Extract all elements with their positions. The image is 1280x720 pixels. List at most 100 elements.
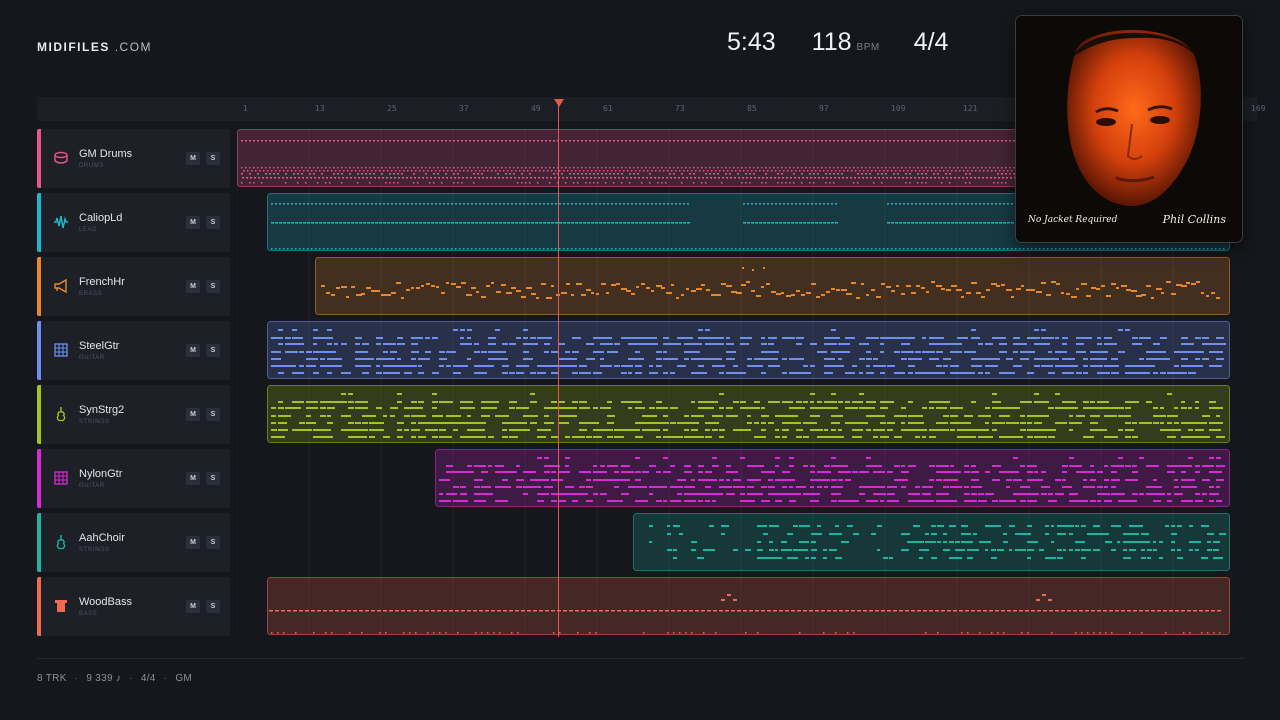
track-name: SynStrg2 xyxy=(79,404,125,416)
tempo-value: 118 xyxy=(811,28,852,56)
solo-button[interactable]: S xyxy=(206,600,220,613)
horn-icon xyxy=(53,278,69,294)
violin-icon xyxy=(53,406,69,422)
ruler-bar-label: 121 xyxy=(963,104,978,113)
track-name: AahChoir xyxy=(79,532,125,544)
track-region[interactable] xyxy=(315,257,1230,315)
track-header[interactable]: SynStrg2 STRINGS M S xyxy=(37,385,230,444)
region-background xyxy=(315,257,1230,315)
track-name: WoodBass xyxy=(79,596,132,608)
track-type: DRUMS xyxy=(79,163,104,169)
solo-button[interactable]: S xyxy=(206,280,220,293)
solo-button[interactable]: S xyxy=(206,408,220,421)
ruler-bar-label: 61 xyxy=(603,104,613,113)
track-type: STRINGS xyxy=(79,419,110,425)
logo-main: MIDIFILES xyxy=(37,40,110,54)
mute-button[interactable]: M xyxy=(186,408,200,421)
track-name: NylonGtr xyxy=(79,468,123,480)
duration-readout: 5:43 xyxy=(727,28,776,56)
footer-separator: · xyxy=(163,673,168,684)
region-background xyxy=(267,385,1230,443)
ruler-bar-label: 97 xyxy=(819,104,829,113)
mute-button[interactable]: M xyxy=(186,216,200,229)
region-background xyxy=(267,577,1230,635)
track-region[interactable] xyxy=(267,577,1230,635)
track-region[interactable] xyxy=(633,513,1230,571)
footer-standard: GM xyxy=(175,673,193,684)
bass-icon xyxy=(53,598,69,614)
solo-button[interactable]: S xyxy=(206,216,220,229)
album-artist: Phil Collins xyxy=(1162,213,1226,226)
track-color-stripe xyxy=(37,193,41,252)
mute-button[interactable]: M xyxy=(186,152,200,165)
album-cover: No Jacket Required Phil Collins xyxy=(1016,16,1242,242)
violin-icon xyxy=(53,534,69,550)
track-header[interactable]: GM Drums DRUMS M S xyxy=(37,129,230,188)
track-header[interactable]: WoodBass BASS M S xyxy=(37,577,230,636)
track-header[interactable]: NylonGtr GUITAR M S xyxy=(37,449,230,508)
ruler-bar-label: 13 xyxy=(315,104,325,113)
ruler-bar-label: 25 xyxy=(387,104,397,113)
album-cover-portrait xyxy=(1016,16,1242,242)
tempo-unit: BPM xyxy=(856,42,880,53)
track-name: SteelGtr xyxy=(79,340,120,352)
track-name: GM Drums xyxy=(79,148,133,160)
drum-icon xyxy=(53,150,69,166)
track-color-stripe xyxy=(37,129,41,188)
site-logo[interactable]: MIDIFILES .COM xyxy=(37,40,152,54)
song-stats: 5:43 118 BPM 4/4 xyxy=(720,28,948,57)
track-header[interactable]: AahChoir STRINGS M S xyxy=(37,513,230,572)
tempo-readout: 118 BPM xyxy=(812,28,880,57)
ruler-bar-label: 37 xyxy=(459,104,469,113)
track-type: BASS xyxy=(79,611,98,617)
track-color-stripe xyxy=(37,449,41,508)
solo-button[interactable]: S xyxy=(206,472,220,485)
track-type: BRASS xyxy=(79,291,103,297)
mute-button[interactable]: M xyxy=(186,472,200,485)
track-region[interactable] xyxy=(267,385,1230,443)
ruler-bar-label: 85 xyxy=(747,104,757,113)
solo-button[interactable]: S xyxy=(206,344,220,357)
time-signature-readout: 4/4 xyxy=(913,28,949,56)
track-region[interactable] xyxy=(435,449,1230,507)
ruler-bar-label: 169 xyxy=(1251,104,1266,113)
region-background xyxy=(267,321,1230,379)
mute-button[interactable]: M xyxy=(186,344,200,357)
track-color-stripe xyxy=(37,257,41,316)
track-color-stripe xyxy=(37,385,41,444)
playhead[interactable] xyxy=(558,100,559,637)
track-header[interactable]: SteelGtr GUITAR M S xyxy=(37,321,230,380)
playhead-handle[interactable] xyxy=(554,99,564,107)
track-color-stripe xyxy=(37,321,41,380)
fretboard-icon xyxy=(53,342,69,358)
track-type: STRINGS xyxy=(79,547,110,553)
album-title: No Jacket Required xyxy=(1028,215,1118,225)
footer-separator: · xyxy=(74,673,79,684)
track-region[interactable] xyxy=(267,321,1230,379)
mute-button[interactable]: M xyxy=(186,280,200,293)
ruler-bar-label: 49 xyxy=(531,104,541,113)
mute-button[interactable]: M xyxy=(186,536,200,549)
track-type: GUITAR xyxy=(79,483,105,489)
track-name: FrenchHr xyxy=(79,276,125,288)
footer-track-count: 8 TRK xyxy=(37,673,67,684)
footer-divider xyxy=(37,658,1245,659)
mute-button[interactable]: M xyxy=(186,600,200,613)
track-name: CaliopLd xyxy=(79,212,123,224)
ruler-bar-label: 73 xyxy=(675,104,685,113)
ruler-bar-label: 1 xyxy=(243,104,248,113)
track-color-stripe xyxy=(37,577,41,636)
logo-suffix: .COM xyxy=(114,40,153,54)
footer-time-signature: 4/4 xyxy=(140,673,156,684)
waveform-icon xyxy=(53,214,69,230)
track-header[interactable]: CaliopLd LEAD M S xyxy=(37,193,230,252)
footer-note-count: 9 339 ♪ xyxy=(86,673,122,684)
fretboard-icon xyxy=(53,470,69,486)
solo-button[interactable]: S xyxy=(206,152,220,165)
footer-separator: · xyxy=(129,673,133,684)
track-type: LEAD xyxy=(79,227,98,233)
solo-button[interactable]: S xyxy=(206,536,220,549)
footer-summary: 8 TRK · 9 339 ♪ · 4/4 · GM xyxy=(37,673,192,684)
track-color-stripe xyxy=(37,513,41,572)
track-header[interactable]: FrenchHr BRASS M S xyxy=(37,257,230,316)
